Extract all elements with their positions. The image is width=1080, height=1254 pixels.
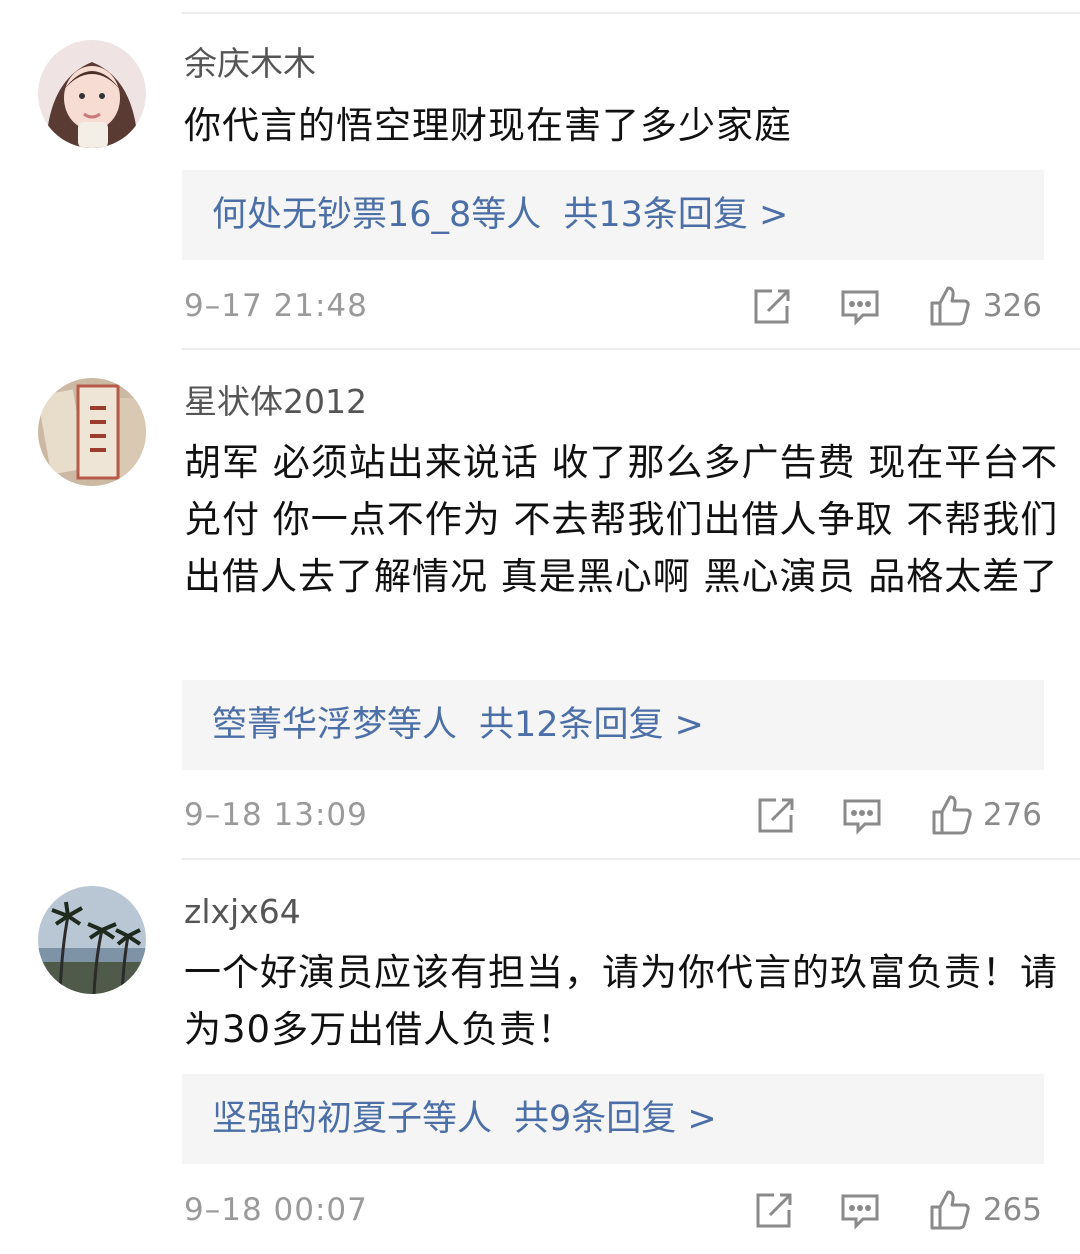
comment-text: 一个好演员应该有担当，请为你代言的玖富负责！请为30多万出借人负责！ — [184, 951, 1058, 1051]
comment-text: 胡军 必须站出来说话 收了那么多广告费 现在平台不兑付 你一点不作为 不去帮我们… — [184, 441, 1059, 598]
reply-count: 共12条回复 > — [479, 705, 705, 745]
avatar[interactable] — [38, 886, 146, 994]
replies-summary[interactable]: 坚强的初夏子等人 共9条回复 > — [182, 1074, 1044, 1164]
comment-bubble-icon[interactable] — [838, 284, 882, 328]
comment-meta: 9–18 00:07 265 — [184, 1186, 1042, 1236]
comment-meta: 9–17 21:48 326 — [184, 282, 1042, 332]
share-edit-icon[interactable] — [750, 284, 794, 328]
reply-count: 共9条回复 > — [514, 1099, 717, 1139]
username[interactable]: 星状体2012 — [184, 382, 367, 422]
thumbs-up-icon[interactable] — [928, 1188, 972, 1232]
replies-summary[interactable]: 箜菁华浮梦等人 共12条回复 > — [182, 680, 1044, 770]
avatar[interactable] — [38, 378, 146, 486]
thumbs-up-icon[interactable] — [930, 793, 974, 837]
comment-bubble-icon[interactable] — [840, 793, 884, 837]
reply-users: 坚强的初夏子等人 — [212, 1099, 493, 1139]
avatar[interactable] — [38, 40, 146, 148]
timestamp: 9–17 21:48 — [184, 288, 368, 324]
username[interactable]: zlxjx64 — [184, 892, 301, 932]
like-count: 326 — [982, 288, 1042, 324]
timestamp: 9–18 13:09 — [184, 797, 368, 833]
comment-item: zlxjx64 一个好演员应该有担当，请为你代言的玖富负责！请为30多万出借人负… — [0, 860, 1080, 1254]
like-count: 265 — [982, 1192, 1042, 1228]
reply-count: 共13条回复 > — [563, 195, 789, 235]
like-count: 276 — [982, 797, 1042, 833]
comment-bubble-icon[interactable] — [838, 1188, 882, 1232]
replies-summary[interactable]: 何处无钞票16_8等人 共13条回复 > — [182, 170, 1044, 260]
thumbs-up-icon[interactable] — [928, 284, 972, 328]
reply-users: 箜菁华浮梦等人 — [212, 705, 458, 745]
share-edit-icon[interactable] — [752, 1188, 796, 1232]
share-edit-icon[interactable] — [754, 793, 798, 837]
username[interactable]: 余庆木木 — [184, 44, 316, 84]
comment-item: 星状体2012 胡军 必须站出来说话 收了那么多广告费 现在平台不兑付 你一点不… — [0, 350, 1080, 860]
comment-text: 你代言的悟空理财现在害了多少家庭 — [184, 104, 792, 147]
timestamp: 9–18 00:07 — [184, 1192, 368, 1228]
reply-users: 何处无钞票16_8等人 — [212, 195, 542, 235]
comment-item: 余庆木木 你代言的悟空理财现在害了多少家庭 何处无钞票16_8等人 共13条回复 … — [0, 0, 1080, 350]
comment-meta: 9–18 13:09 276 — [184, 791, 1042, 841]
